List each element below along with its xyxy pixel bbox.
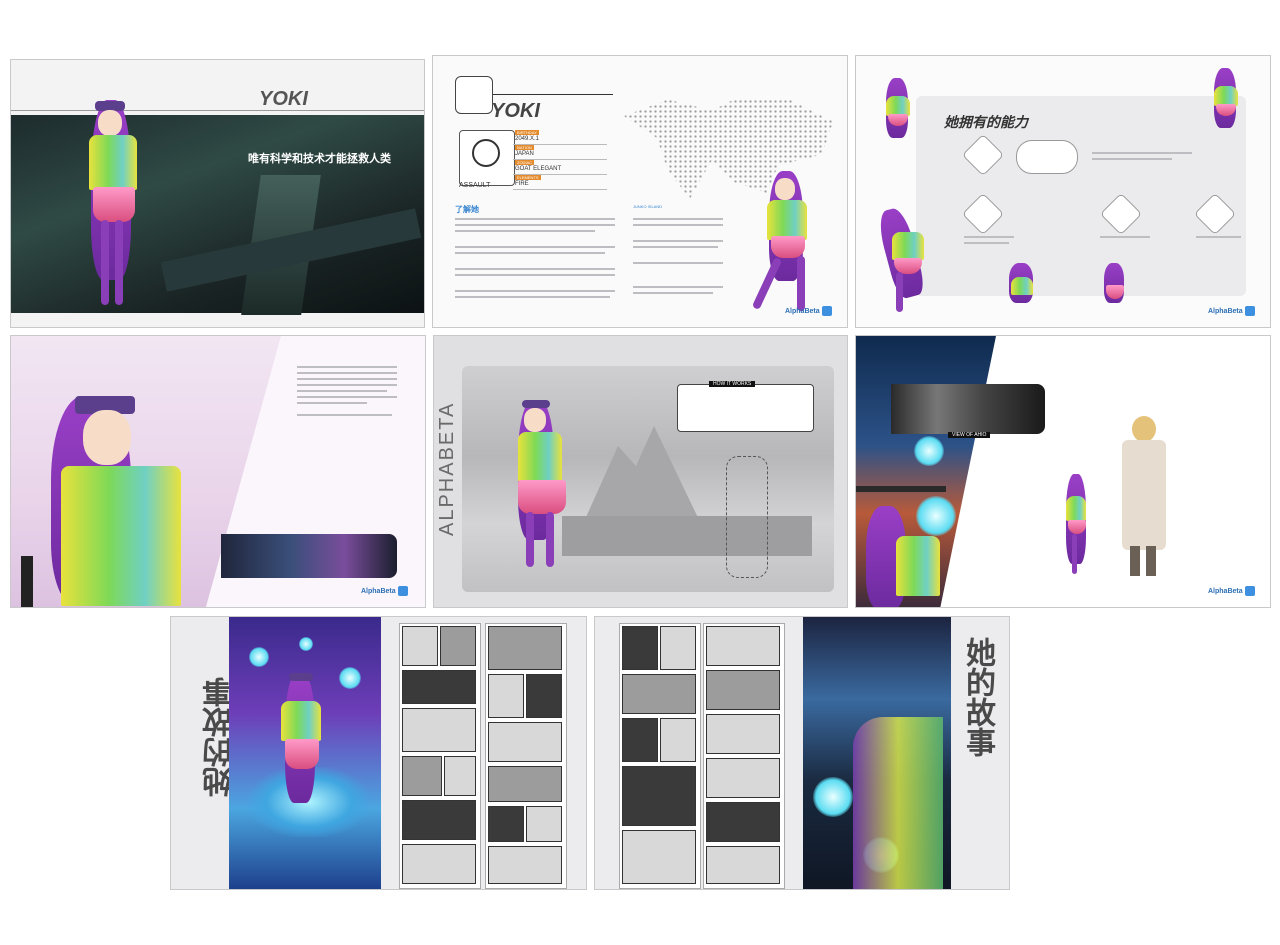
cube-logo-icon (1244, 306, 1255, 316)
page-card-8: 她的故事 (594, 616, 1010, 890)
map-label: JUNKO ISLAND (633, 204, 663, 209)
sketch-character-outline (726, 456, 768, 578)
page-card-2: YOKI ASSAULT BIRTHDAY 2049.X.1 NATION JA… (432, 55, 848, 328)
comic-page-1 (399, 623, 481, 889)
yoki-character-figure (1052, 466, 1102, 596)
comic-page-4 (703, 623, 785, 889)
element-badge-icon (472, 139, 500, 167)
page-card-5: ALPHABETA HOW IT WORKS (433, 335, 848, 608)
page-card-1: YOKI 唯有科学和技术才能拯救人类 (10, 59, 425, 328)
page-card-6: VIEW OF AHIO AlphaBeta (855, 335, 1271, 608)
cube-logo-icon (397, 586, 408, 596)
cube-logo-icon (821, 306, 832, 316)
yoki-character-figure (874, 205, 956, 316)
brand-logo: AlphaBeta (1208, 306, 1255, 316)
section-title: 了解她 (455, 205, 479, 214)
page2-avatar-hexagon (455, 76, 493, 114)
comic-page-2 (485, 623, 567, 889)
yoki-character-figure (504, 396, 594, 596)
page-card-7: 她的故事 (170, 616, 587, 890)
yoki-character-figure (1096, 261, 1136, 321)
page8-storm-illustration (803, 617, 951, 889)
element-badge (459, 130, 515, 186)
scientist-figure (1116, 416, 1176, 576)
page8-vertical-title: 她的故事 (961, 637, 994, 757)
yoki-character-figure (71, 95, 171, 320)
badge-label: ASSAULT (459, 182, 491, 189)
page1-slogan: 唯有科学和技术才能拯救人类 (248, 153, 391, 165)
yoki-character-figure (751, 166, 833, 316)
page1-title: YOKI (259, 88, 308, 110)
page4-city-thumbnail (221, 534, 397, 578)
info-table: BIRTHDAY 2049.X.1 NATION JAPAN ZODIAC GO… (513, 130, 607, 190)
page5-vertical-title: ALPHABETA (436, 401, 458, 536)
how-it-works-strip (677, 384, 814, 432)
view-label: VIEW OF AHIO (948, 432, 991, 438)
yoki-character-figure (856, 506, 946, 607)
yoki-character-figure (271, 667, 351, 827)
comic-page-3 (619, 623, 701, 889)
yoki-character-figure (1206, 66, 1246, 146)
page2-title: YOKI (491, 100, 540, 122)
brand-logo: AlphaBeta (785, 306, 832, 316)
yoki-character-figure (31, 376, 211, 607)
how-it-works-label: HOW IT WORKS (709, 381, 756, 387)
brand-logo: AlphaBeta (1208, 586, 1255, 596)
brand-logo: AlphaBeta (361, 586, 408, 596)
yoki-character-figure (1001, 261, 1051, 321)
view-thumbnail (891, 384, 1045, 434)
glowing-orb (914, 436, 944, 466)
yoki-character-figure (878, 76, 918, 156)
ability-icon-featured (1016, 140, 1078, 174)
page-card-4: AlphaBeta (10, 335, 426, 608)
page-card-3: 她拥有的能力 AlphaBeta (855, 55, 1271, 328)
cube-logo-icon (1244, 586, 1255, 596)
page3-title: 她拥有的能力 (944, 114, 1028, 130)
